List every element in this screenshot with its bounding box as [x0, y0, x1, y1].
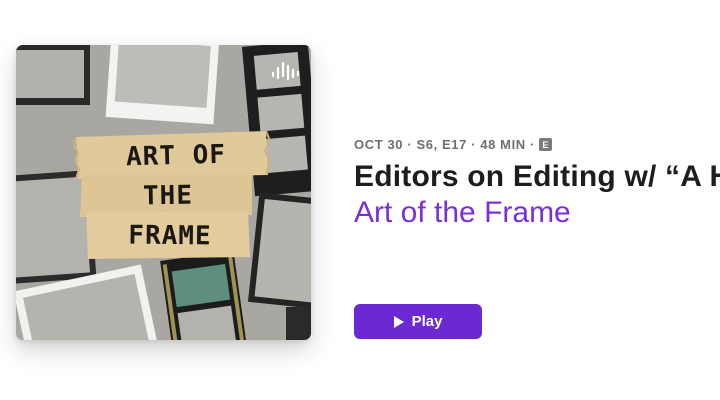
episode-page: ART OF THE FRAME OCT 30 · S6, E17 · 48 M…	[0, 0, 720, 400]
episode-title: Editors on Editing w/ “A H	[354, 160, 720, 193]
show-title-link[interactable]: Art of the Frame	[354, 196, 720, 230]
episode-meta: OCT 30 · S6, E17 · 48 MIN · E	[354, 137, 720, 152]
play-icon	[393, 315, 404, 328]
explicit-badge: E	[538, 138, 552, 151]
play-button-label: Play	[411, 313, 443, 330]
artwork-illustration	[16, 45, 311, 340]
anchor-podcast-icon	[271, 61, 300, 81]
play-button[interactable]: Play	[354, 304, 482, 339]
episode-artwork: ART OF THE FRAME	[16, 45, 311, 340]
episode-info: OCT 30 · S6, E17 · 48 MIN · E Editors on…	[354, 137, 720, 230]
episode-meta-text: OCT 30 · S6, E17 · 48 MIN ·	[354, 137, 535, 152]
